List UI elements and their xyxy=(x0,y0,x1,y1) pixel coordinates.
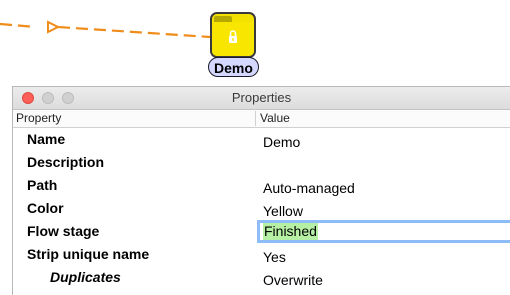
folder-node[interactable] xyxy=(210,12,256,58)
table-row-description[interactable]: Description xyxy=(13,151,510,174)
table-row-duplicates[interactable]: Duplicates Overwrite xyxy=(13,266,510,289)
property-name: Color xyxy=(27,200,64,216)
table-row-strip-unique-name[interactable]: Strip unique name Yes xyxy=(13,243,510,266)
table-row-color[interactable]: Color Yellow xyxy=(13,197,510,220)
edge-arrow-icon xyxy=(47,20,61,34)
property-name: Path xyxy=(27,177,58,193)
property-name: Name xyxy=(27,131,66,147)
flow-stage-edit-field[interactable]: Finished xyxy=(257,220,510,243)
table-row-flow-stage[interactable]: Flow stage Finished xyxy=(13,220,510,243)
flow-stage-input-text[interactable]: Finished xyxy=(263,223,318,240)
property-name: Strip unique name xyxy=(27,246,150,262)
window-title: Properties xyxy=(231,90,292,105)
lock-icon xyxy=(229,30,237,43)
table-row-name[interactable]: Name Demo xyxy=(13,128,510,151)
column-header-property[interactable]: Property xyxy=(16,110,61,127)
table-row-path[interactable]: Path Auto-managed xyxy=(13,174,510,197)
property-name: Duplicates xyxy=(50,269,121,285)
property-name: Description xyxy=(27,154,105,170)
flow-canvas[interactable]: Demo xyxy=(0,0,510,85)
node-label[interactable]: Demo xyxy=(208,57,259,77)
column-header-value[interactable]: Value xyxy=(260,110,290,127)
window-titlebar[interactable]: Properties xyxy=(13,87,510,110)
property-value[interactable]: Overwrite xyxy=(263,269,323,292)
column-divider[interactable] xyxy=(255,111,256,126)
table-header: Property Value xyxy=(13,110,510,128)
properties-window: Properties Property Value Name Demo Desc… xyxy=(12,86,510,295)
property-name: Flow stage xyxy=(27,223,100,239)
